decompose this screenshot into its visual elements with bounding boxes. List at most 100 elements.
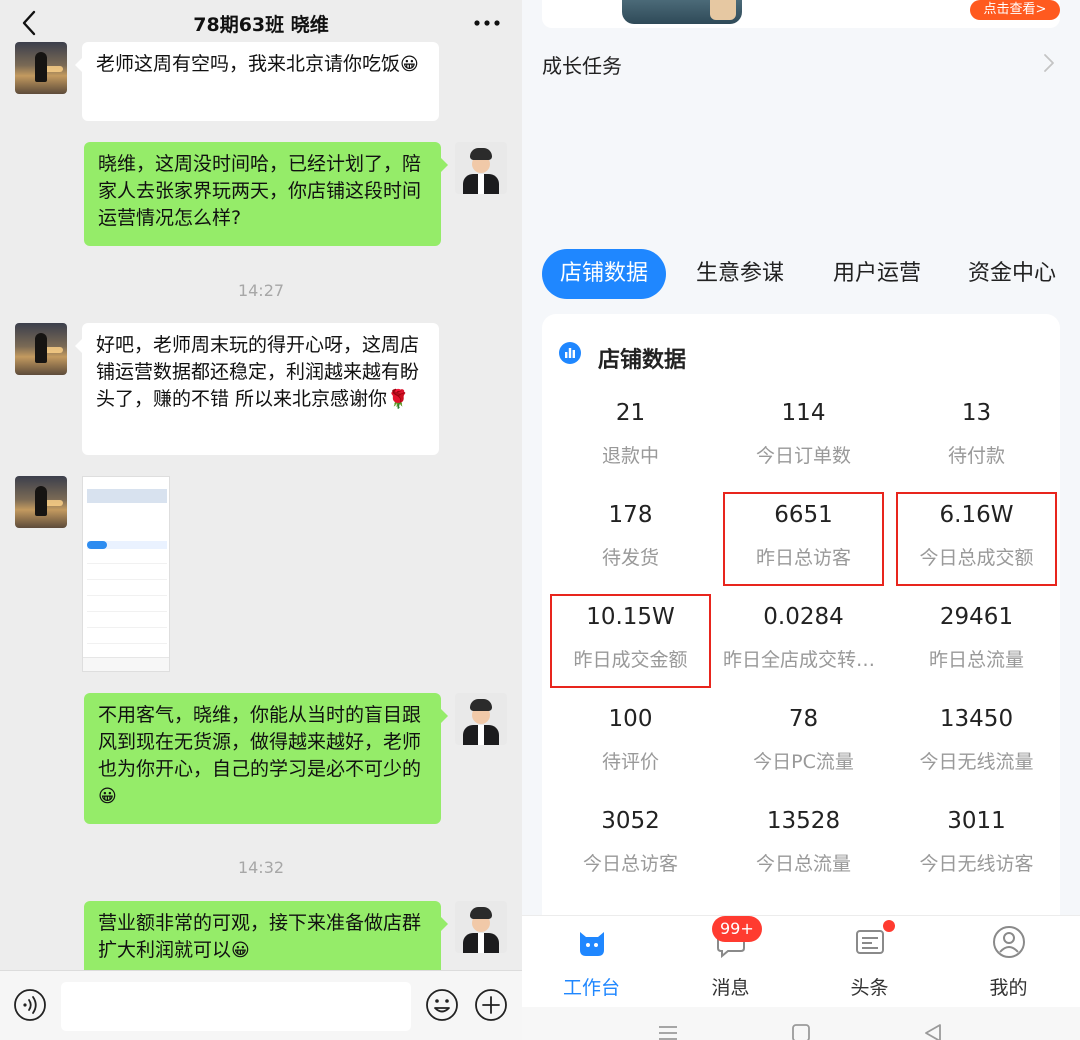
avatar-silhouette [35,333,47,363]
banner-view-button[interactable]: 点击查看> [970,0,1060,20]
my-avatar[interactable] [455,142,507,194]
chat-title: 78期63班 晓维 [193,14,329,36]
metric-value: 21 [615,400,646,426]
nav-label: 消息 [711,977,750,999]
emoji-picker-icon[interactable] [425,988,459,1022]
nav-label: 工作台 [562,977,620,999]
metric-label: 昨日成交金额 [573,649,688,671]
more-functions-plus-icon[interactable] [474,988,508,1022]
workbench-icon [580,932,604,956]
news-icon [856,930,884,954]
message-bubble-sent[interactable]: 不用客气，晓维，你能从当时的盲目跟风到现在无货源，做得越来越好，老师也为你开心，… [84,693,448,824]
growth-task-row[interactable]: 成长任务 [542,44,1060,84]
banner-bag-strap [710,0,736,20]
screenshot-image-message[interactable] [82,476,170,672]
chat-header: 78期63班 晓维 [0,0,522,46]
message-bubble-received[interactable]: 好吧，老师周末玩的得开心呀，这周店铺运营数据都还稳定，利润越来越有盼头了，赚的不… [75,323,439,455]
promo-banner[interactable]: 点击查看> [542,0,1060,28]
thumb-active-tab [87,541,107,549]
my-avatar[interactable] [455,901,507,953]
contact-avatar[interactable] [15,323,67,375]
metric-label: 昨日总访客 [755,547,851,569]
tab-business-advisor[interactable]: 生意参谋 [696,249,784,299]
metric-cell[interactable]: 21 退款中 [544,392,717,492]
tab-store-data[interactable]: 店铺数据 [542,249,667,299]
metric-label: 昨日全店成交转化率 [723,649,884,671]
message-bubble-sent[interactable]: 营业额非常的可观，接下来准备做店群扩大利润就可以😀 [84,901,448,981]
message-bubble-received[interactable]: 老师这周有空吗，我来北京请你吃饭😀 [75,42,439,121]
grin-emoji-icon: 😀 [400,54,419,75]
contact-avatar[interactable] [15,42,67,94]
menu-icon[interactable] [657,1023,679,1040]
metric-cell[interactable]: 0.0284 昨日全店成交转化率 [717,596,890,696]
tab-user-operations[interactable]: 用户运营 [833,249,921,299]
store-app-panel: 点击查看> 成长任务 店铺数据 生意参谋 用户运营 资金中心 店铺数据 21 退款… [522,0,1080,1040]
metric-cell[interactable]: 78 今日PC流量 [717,698,890,798]
message-text: 不用客气，晓维，你能从当时的盲目跟风到现在无货源，做得越来越好，老师也为你开心，… [98,704,422,780]
metric-value: 100 [608,706,653,732]
happy-emoji-icon: 😀 [231,940,250,961]
metric-cell[interactable]: 178 待发货 [544,494,717,594]
avatar-silhouette [35,52,47,82]
thumb-bottom-bar [83,657,169,671]
metric-cell[interactable]: 100 待评价 [544,698,717,798]
avatar-hair [470,907,492,919]
unread-badge: 99+ [712,916,762,942]
chat-input-bar [0,970,522,1040]
profile-icon [993,926,1025,958]
avatar-shirt [478,725,484,745]
metric-label: 今日总流量 [755,853,851,875]
bar-chart-icon [559,342,581,364]
nav-workbench[interactable]: 工作台 [522,916,661,1008]
nav-headlines[interactable]: 头条 [800,916,939,1008]
metric-label: 退款中 [601,445,659,467]
metric-cell[interactable]: 114 今日订单数 [717,392,890,492]
metric-label: 今日总访客 [582,853,678,875]
back-triangle-icon[interactable] [922,1023,944,1040]
metric-value: 114 [781,400,826,426]
metric-cell[interactable]: 3052 今日总访客 [544,800,717,900]
metric-label: 待发货 [601,547,659,569]
metric-cell[interactable]: 10.15W 昨日成交金额 [550,594,711,688]
home-icon[interactable] [790,1023,812,1040]
metric-value: 13 [961,400,992,426]
metric-value: 78 [788,706,819,732]
message-bubble-sent[interactable]: 晓维，这周没时间哈，已经计划了，陪家人去张家界玩两天，你店铺这段时间运营情况怎么… [84,142,448,246]
avatar-hair [470,148,492,160]
message-text: 晓维，这周没时间哈，已经计划了，陪家人去张家界玩两天，你店铺这段时间运营情况怎么… [98,153,422,229]
metric-cell[interactable]: 6651 昨日总访客 [723,492,884,586]
chat-panel: 78期63班 晓维 老师这周有空吗，我来北京请你吃饭😀 晓维，这周没时间哈，已经… [0,0,522,1040]
metric-cell[interactable]: 13450 今日无线流量 [890,698,1060,798]
avatar-silhouette [35,486,47,516]
nav-profile[interactable]: 我的 [939,916,1078,1008]
nav-label: 我的 [989,977,1028,999]
metric-cell[interactable]: 6.16W 今日总成交额 [896,492,1057,586]
metric-cell[interactable]: 29461 昨日总流量 [890,596,1060,696]
metric-cell[interactable]: 13 待付款 [890,392,1060,492]
my-avatar[interactable] [455,693,507,745]
rose-emoji-icon: 🌹 [387,389,410,410]
tab-bar: 店铺数据 生意参谋 用户运营 资金中心 [542,249,1080,299]
metric-label: 今日无线访客 [919,853,1034,875]
message-input[interactable] [61,982,411,1031]
voice-input-icon[interactable] [13,988,47,1022]
metric-value: 13450 [939,706,1014,732]
metric-label: 待付款 [947,445,1005,467]
metric-value: 6.16W [939,502,1014,528]
metric-cell[interactable]: 13528 今日总流量 [717,800,890,900]
metric-cell[interactable]: 3011 今日无线访客 [890,800,1060,900]
more-options-icon[interactable] [472,8,502,38]
metric-value: 0.0284 [763,604,844,630]
metric-value: 13528 [766,808,841,834]
thinking-emoji-icon: 😀 [98,786,117,807]
card-title: 店铺数据 [598,348,687,373]
tab-fund-center[interactable]: 资金中心 [968,249,1056,299]
metric-value: 3052 [601,808,660,834]
avatar-shirt [478,933,484,953]
metric-label: 待评价 [601,751,659,773]
contact-avatar[interactable] [15,476,67,528]
metric-value: 29461 [939,604,1014,630]
metric-label: 昨日总流量 [928,649,1024,671]
metric-value: 10.15W [586,604,675,630]
thumb-data-card [87,555,167,653]
